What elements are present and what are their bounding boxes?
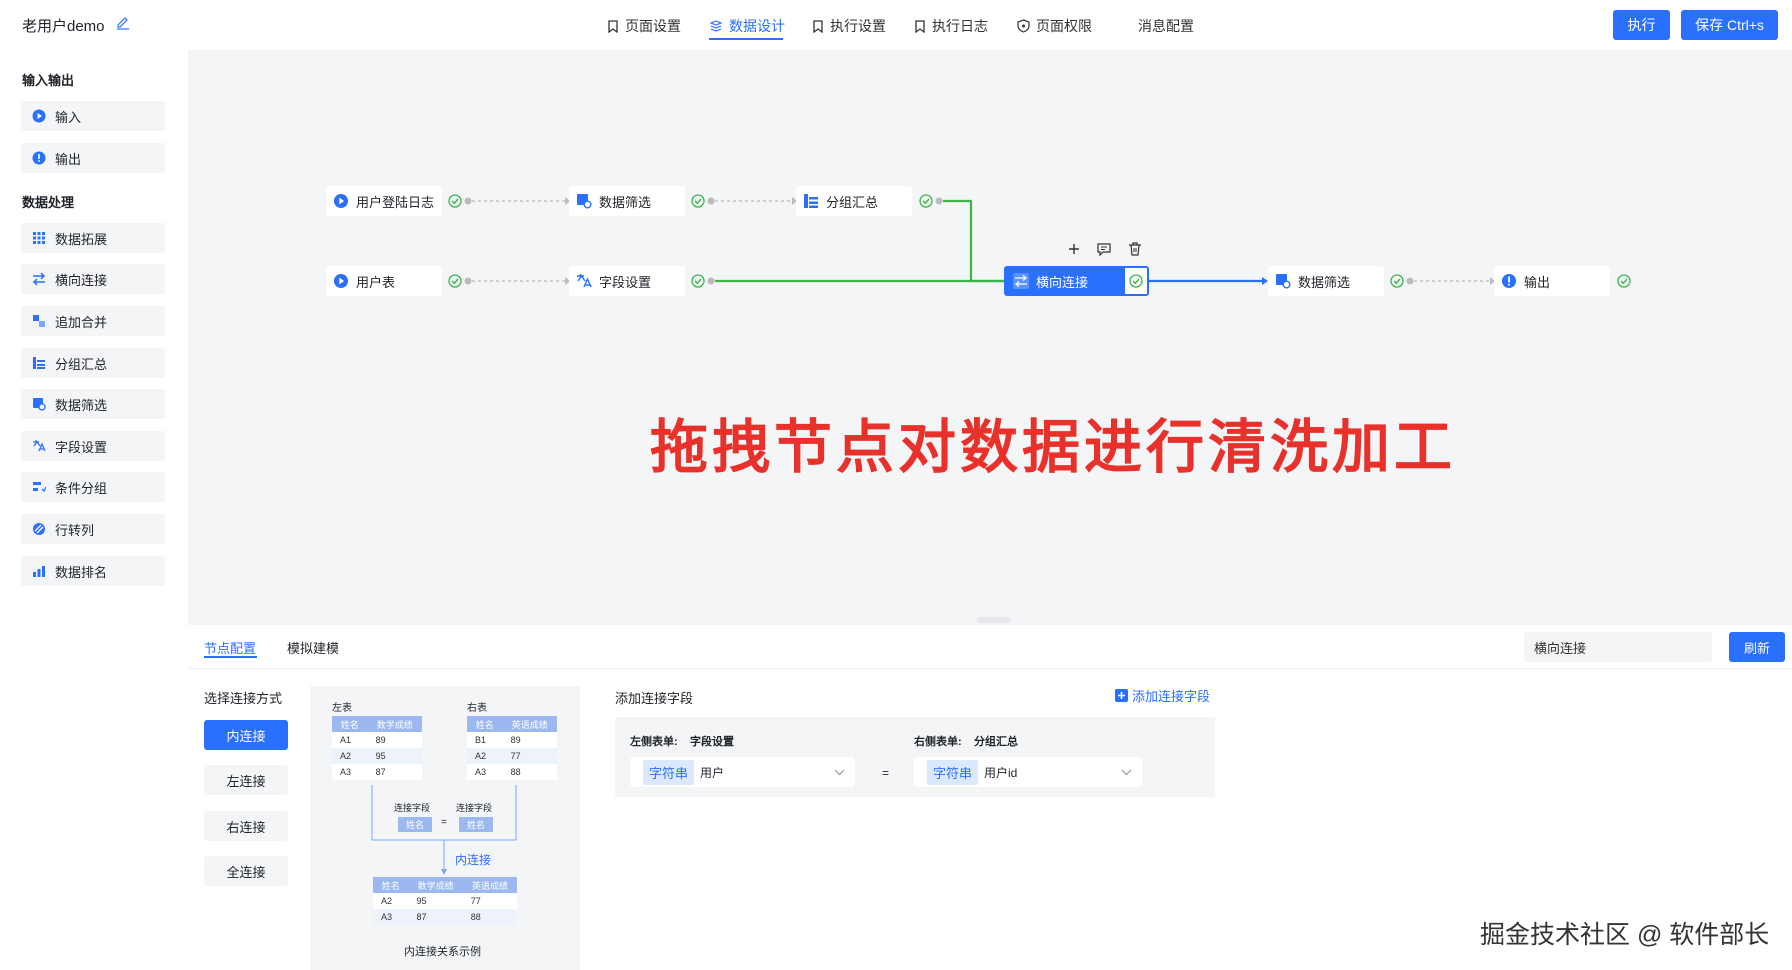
node-login-log[interactable]: 用户登陆日志 (326, 186, 442, 216)
right-field-select[interactable]: 字符串 用户id (914, 757, 1142, 787)
active-subtab-indicator (204, 656, 257, 658)
node-label: 分组汇总 (826, 194, 879, 210)
check-circle-icon (1390, 274, 1404, 288)
check-circle-icon (691, 194, 705, 208)
th: 姓名 (373, 877, 409, 893)
data-filter-icon (577, 194, 592, 209)
data-filter-icon (1276, 274, 1291, 289)
node-group-summary[interactable]: 分组汇总 (796, 186, 912, 216)
node-data-filter-1[interactable]: 数据筛选 (569, 186, 685, 216)
info-circle-icon (1502, 274, 1516, 288)
join-equals: = (441, 817, 447, 828)
node-status (1125, 268, 1147, 294)
chevron-down-icon (1121, 769, 1132, 775)
join-right-button[interactable]: 右连接 (204, 811, 288, 841)
left-field-select[interactable]: 字符串 用户 (630, 757, 855, 787)
node-horizontal-join-selected[interactable]: 横向连接 (1004, 266, 1149, 296)
plus-square-icon (1115, 689, 1128, 702)
right-table-name: 分组汇总 (974, 736, 1018, 748)
field-type-tag: 字符串 (927, 759, 979, 785)
field-select-value: 用户id (984, 765, 1018, 780)
connection-lines (464, 197, 1495, 285)
join-type-name: 内连接 (455, 853, 492, 867)
watermark-text: 掘金技术社区 @ 软件部长 (1480, 921, 1770, 949)
join-inner-button[interactable]: 内连接 (204, 720, 288, 750)
join-field-label-right: 连接字段 (456, 803, 493, 813)
check-circle-icon (1129, 274, 1143, 288)
divider (188, 668, 1792, 669)
right-table-label: 右侧表单: (914, 736, 962, 748)
result-example-table: 姓名 数学成绩 英语成绩 A2 95 77 A3 87 88 (373, 877, 517, 925)
panel-resize-handle[interactable] (977, 617, 1011, 623)
join-left-button[interactable]: 左连接 (204, 765, 288, 795)
tab-simulate-model[interactable]: 模拟建模 (287, 638, 339, 657)
node-label: 用户表 (356, 274, 396, 290)
check-circle-icon (1617, 274, 1631, 288)
comment-icon[interactable] (1096, 241, 1112, 257)
node-user-table[interactable]: 用户表 (326, 266, 442, 296)
node-label: 数据筛选 (1298, 274, 1351, 290)
check-circle-icon (691, 274, 705, 288)
play-circle-icon (334, 274, 348, 288)
left-table-label: 左侧表单: (630, 736, 678, 748)
td: A3 (373, 909, 409, 925)
left-table-name: 字段设置 (690, 736, 734, 748)
node-data-filter-2[interactable]: 数据筛选 (1268, 266, 1384, 296)
join-field-value-right: 姓名 (459, 817, 494, 832)
diagram-connector-lines (371, 785, 517, 875)
node-field-setting[interactable]: 字段设置 (569, 266, 685, 296)
td: A2 (373, 893, 409, 909)
td: 87 (408, 909, 463, 925)
check-circle-icon (919, 194, 933, 208)
connector-group-join (943, 199, 1006, 283)
group-summary-icon (804, 194, 818, 208)
node-label: 输出 (1524, 274, 1551, 290)
node-label: 用户登陆日志 (356, 194, 435, 210)
field-select-value: 用户 (700, 765, 725, 780)
td: 95 (408, 893, 463, 909)
node-label: 字段设置 (599, 274, 652, 290)
delete-icon[interactable] (1127, 241, 1143, 257)
add-join-field-button[interactable]: 添加连接字段 (1115, 686, 1210, 705)
diagram-caption: 内连接关系示例 (404, 946, 481, 958)
node-output[interactable]: 输出 (1494, 266, 1610, 296)
field-type-tag: 字符串 (643, 759, 695, 785)
overlay-caption: 拖拽节点对数据进行清洗加工 (650, 415, 1457, 480)
th: 数学成绩 (408, 877, 463, 893)
join-type-title: 选择连接方式 (204, 691, 283, 706)
node-label: 横向连接 (1036, 274, 1089, 290)
check-circle-icon (448, 194, 462, 208)
field-equals: = (882, 766, 890, 780)
tab-node-config[interactable]: 节点配置 (204, 638, 256, 657)
play-circle-icon (334, 194, 348, 208)
add-join-field-label: 添加连接字段 (1132, 689, 1211, 704)
td: 88 (462, 909, 517, 925)
join-field-label-left: 连接字段 (394, 803, 431, 813)
field-setting-icon (577, 274, 592, 288)
refresh-button[interactable]: 刷新 (1729, 632, 1785, 662)
join-fields-title: 添加连接字段 (615, 691, 694, 706)
add-icon[interactable] (1066, 241, 1082, 257)
horizontal-join-icon (1013, 273, 1029, 289)
node-name-input[interactable]: 横向连接 (1524, 632, 1712, 662)
check-circle-icon (448, 274, 462, 288)
td: 77 (462, 893, 517, 909)
chevron-down-icon (834, 769, 845, 775)
th: 英语成绩 (462, 877, 517, 893)
join-field-value-left: 姓名 (398, 817, 433, 832)
join-full-button[interactable]: 全连接 (204, 856, 288, 886)
node-label: 数据筛选 (599, 194, 652, 210)
